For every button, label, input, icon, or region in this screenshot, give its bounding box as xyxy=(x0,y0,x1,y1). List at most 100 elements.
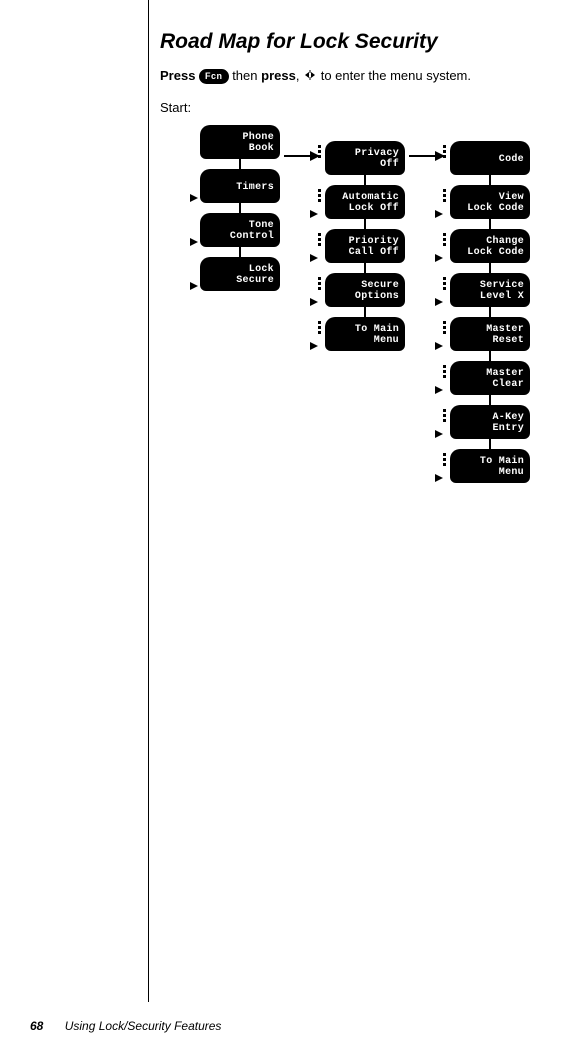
connector xyxy=(364,307,366,317)
node-line: Lock xyxy=(249,264,274,276)
node-privacy-off: Privacy Off xyxy=(325,141,405,175)
section-title: Using Lock/Security Features xyxy=(65,1019,222,1033)
node-line: Menu xyxy=(499,467,524,479)
connector xyxy=(239,203,241,213)
node-line: Secure xyxy=(361,280,399,292)
entry-dots-icon xyxy=(443,409,446,422)
entry-dots-icon xyxy=(443,321,446,334)
connector xyxy=(489,395,491,405)
nav-key-icon xyxy=(303,67,317,87)
node-code: Code xyxy=(450,141,530,175)
node-line: To Main xyxy=(480,456,524,468)
node-line: Secure xyxy=(236,275,274,287)
node-lock-secure: Lock Secure xyxy=(200,257,280,291)
connector xyxy=(489,307,491,317)
connector xyxy=(364,175,366,185)
node-line: Master xyxy=(486,368,524,380)
scroll-tri-icon xyxy=(435,205,443,223)
menu-roadmap-diagram: Phone Book Timers Tone Control Lock Secu… xyxy=(160,125,559,605)
scroll-tri-icon xyxy=(310,337,318,355)
margin-rule xyxy=(148,0,149,1002)
node-master-clear: Master Clear xyxy=(450,361,530,395)
node-line: To Main xyxy=(355,324,399,336)
entry-dots-icon xyxy=(443,145,446,158)
entry-dots-icon xyxy=(443,189,446,202)
node-line: Clear xyxy=(492,379,524,391)
page-number: 68 xyxy=(30,1019,43,1033)
node-tone-control: Tone Control xyxy=(200,213,280,247)
node-line: Service xyxy=(480,280,524,292)
node-view-lock-code: View Lock Code xyxy=(450,185,530,219)
node-service-level: Service Level X xyxy=(450,273,530,307)
entry-dots-icon xyxy=(318,233,321,246)
scroll-tri-icon xyxy=(310,205,318,223)
scroll-tri-icon xyxy=(435,469,443,487)
entry-dots-icon xyxy=(318,145,321,158)
connector xyxy=(364,263,366,273)
node-line: Lock Off xyxy=(349,203,399,215)
node-line: Lock Code xyxy=(467,203,524,215)
instruction-rest: to enter the menu system. xyxy=(321,68,471,83)
node-line: Change xyxy=(486,236,524,248)
connector xyxy=(489,263,491,273)
node-secure-options: Secure Options xyxy=(325,273,405,307)
connector xyxy=(239,159,241,169)
node-to-main-menu-2: To Main Menu xyxy=(450,449,530,483)
node-line: Book xyxy=(249,143,274,155)
node-line: Reset xyxy=(492,335,524,347)
scroll-tri-icon xyxy=(435,249,443,267)
node-automatic-lock-off: Automatic Lock Off xyxy=(325,185,405,219)
node-line: Code xyxy=(499,154,524,166)
connector xyxy=(489,219,491,229)
scroll-tri-icon xyxy=(190,233,198,251)
scroll-tri-icon xyxy=(435,293,443,311)
connector xyxy=(489,351,491,361)
node-line: Automatic xyxy=(342,192,399,204)
entry-dots-icon xyxy=(443,277,446,290)
content-area: Road Map for Lock Security Press Fcn the… xyxy=(160,30,559,605)
start-label: Start: xyxy=(160,100,559,115)
connector xyxy=(364,219,366,229)
scroll-tri-icon xyxy=(310,293,318,311)
node-line: Options xyxy=(355,291,399,303)
branch-arrow-icon xyxy=(284,149,320,168)
node-line: Menu xyxy=(374,335,399,347)
node-master-reset: Master Reset xyxy=(450,317,530,351)
node-a-key-entry: A-Key Entry xyxy=(450,405,530,439)
scroll-tri-icon xyxy=(435,337,443,355)
then-word: then xyxy=(232,68,257,83)
connector xyxy=(489,175,491,185)
node-line: Priority xyxy=(349,236,399,248)
node-line: View xyxy=(499,192,524,204)
node-line: Timers xyxy=(236,182,274,194)
node-line: Entry xyxy=(492,423,524,435)
fcn-key-icon: Fcn xyxy=(199,69,229,85)
page-footer: 68 Using Lock/Security Features xyxy=(30,1019,221,1033)
connector xyxy=(489,439,491,449)
entry-dots-icon xyxy=(318,321,321,334)
node-line: Control xyxy=(230,231,274,243)
node-line: Off xyxy=(380,159,399,171)
press-word-1: Press xyxy=(160,68,195,83)
entry-dots-icon xyxy=(318,189,321,202)
node-line: Phone xyxy=(242,132,274,144)
node-priority-call-off: Priority Call Off xyxy=(325,229,405,263)
comma: , xyxy=(296,68,300,83)
node-change-lock-code: Change Lock Code xyxy=(450,229,530,263)
scroll-tri-icon xyxy=(435,425,443,443)
node-line: Call Off xyxy=(349,247,399,259)
scroll-tri-icon xyxy=(190,277,198,295)
entry-dots-icon xyxy=(443,233,446,246)
branch-arrow-icon xyxy=(409,149,445,168)
entry-dots-icon xyxy=(318,277,321,290)
page-title: Road Map for Lock Security xyxy=(160,30,559,54)
scroll-tri-icon xyxy=(435,381,443,399)
press-word-2: press xyxy=(261,68,296,83)
scroll-tri-icon xyxy=(310,249,318,267)
entry-dots-icon xyxy=(443,453,446,466)
page: Road Map for Lock Security Press Fcn the… xyxy=(0,0,579,1059)
node-phone-book: Phone Book xyxy=(200,125,280,159)
node-line: Tone xyxy=(249,220,274,232)
node-to-main-menu-1: To Main Menu xyxy=(325,317,405,351)
node-line: A-Key xyxy=(492,412,524,424)
